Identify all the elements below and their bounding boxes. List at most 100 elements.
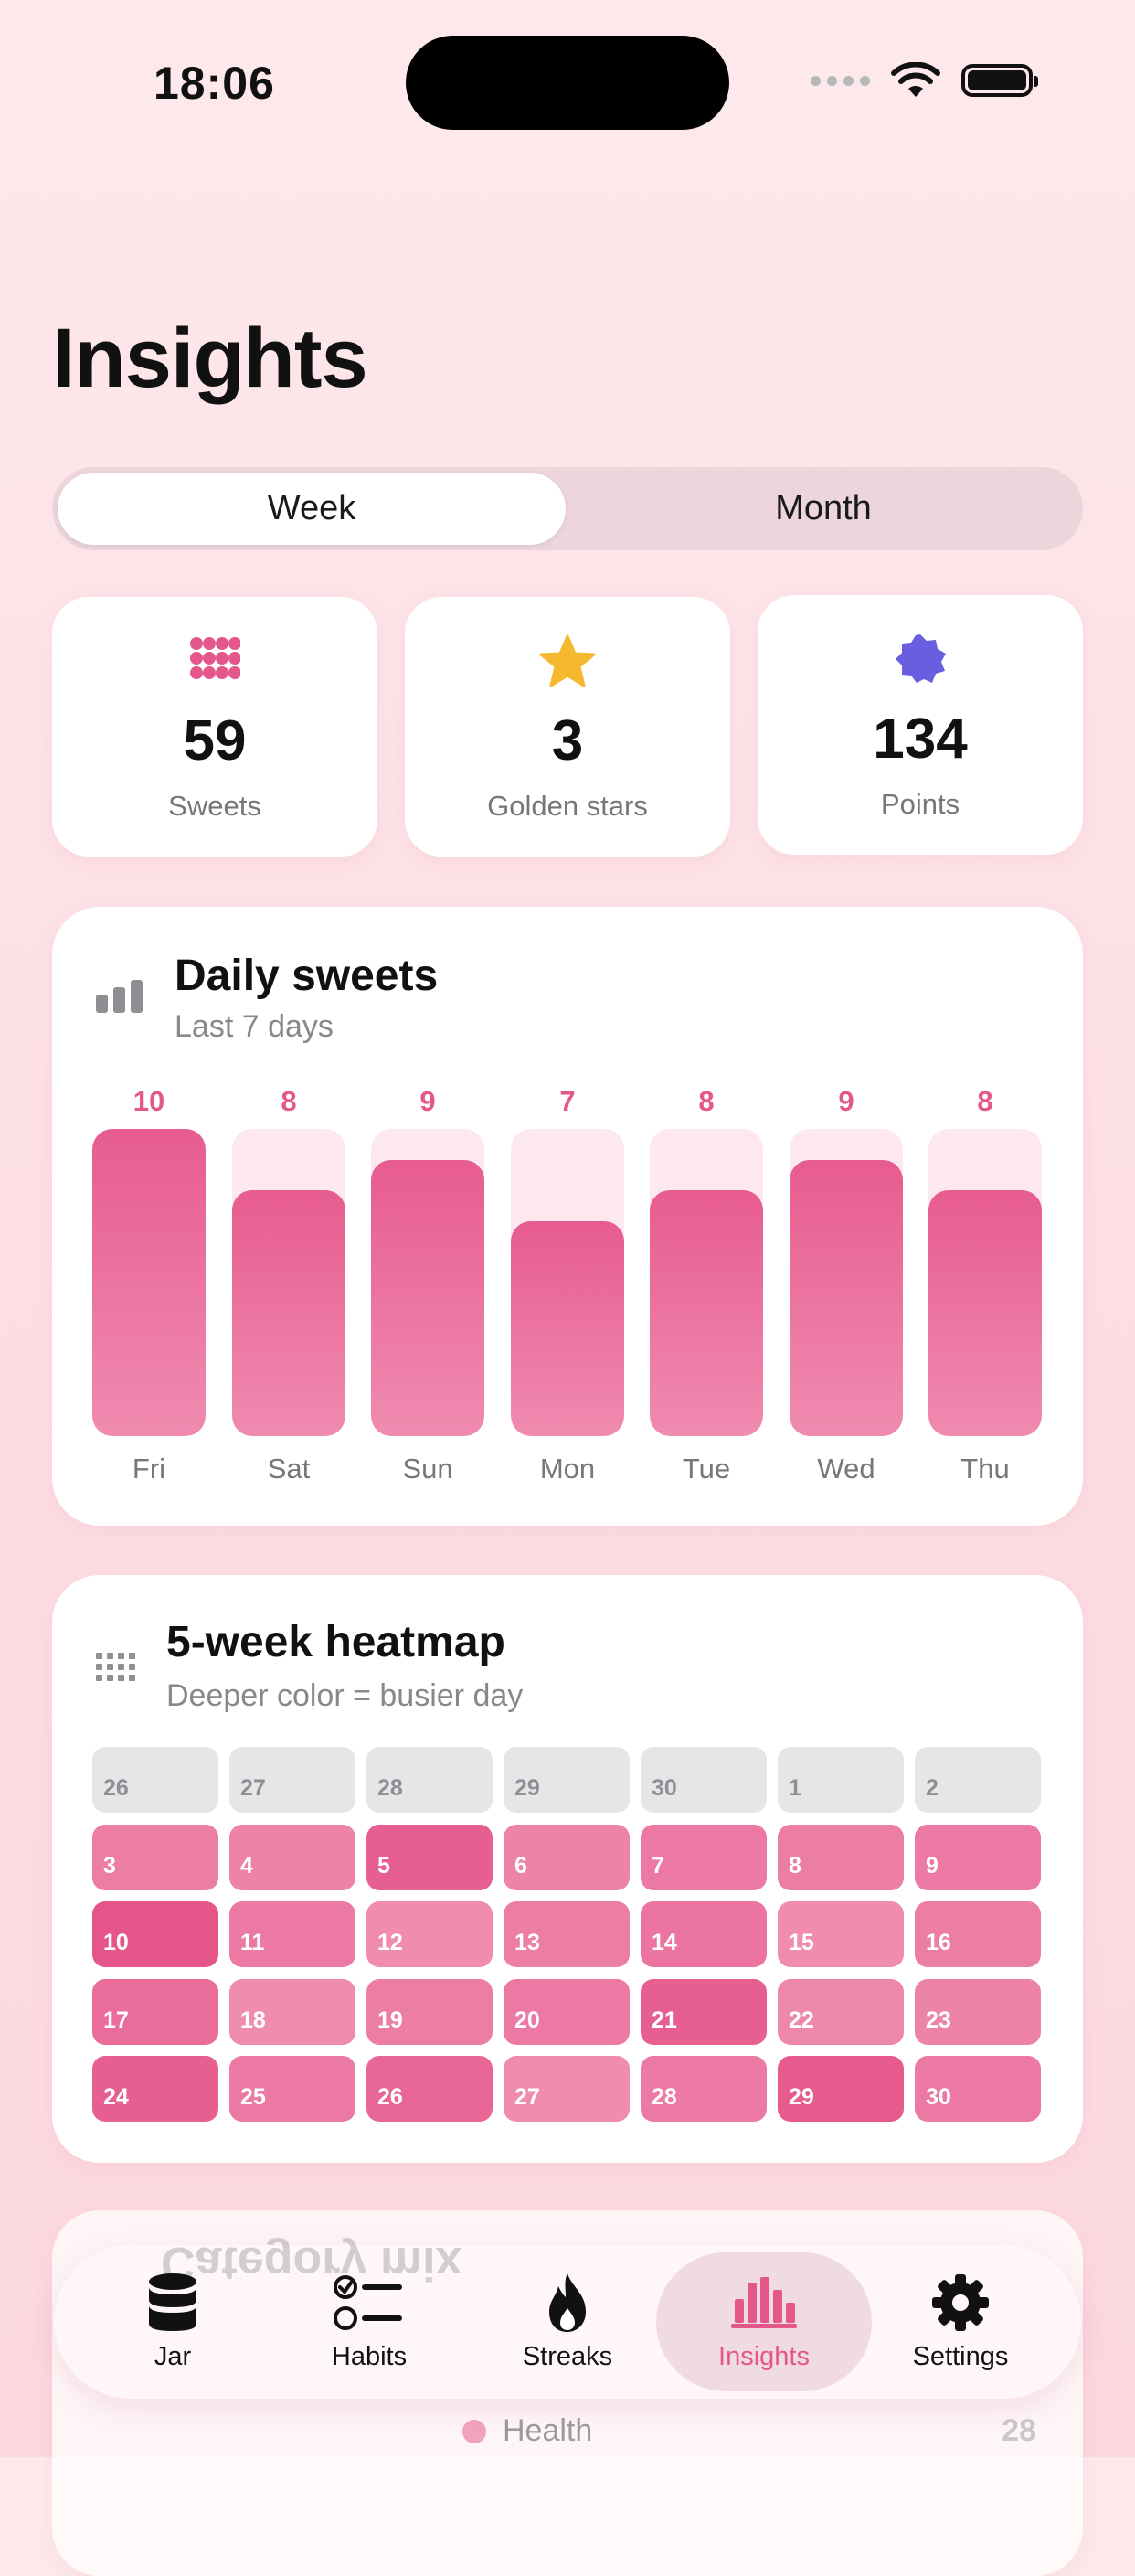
flame-icon — [544, 2271, 591, 2335]
heatmap-cell[interactable]: 5 — [366, 1825, 493, 1890]
cellular-signal-icon — [811, 75, 870, 86]
dynamic-island — [406, 36, 729, 130]
bar[interactable] — [511, 1220, 624, 1436]
heatmap-cell[interactable]: 23 — [915, 1979, 1041, 2045]
gear-icon — [930, 2271, 991, 2335]
segment-month[interactable]: Month — [569, 473, 1077, 545]
bar-track — [650, 1129, 763, 1436]
tab-label: Habits — [331, 2342, 408, 2371]
tab-label: Jar — [154, 2342, 192, 2371]
bar-day-label: Fri — [132, 1453, 166, 1485]
stat-card-sweets: 59 Sweets — [52, 597, 377, 857]
segment-week[interactable]: Week — [58, 473, 566, 545]
stat-value: 3 — [551, 709, 584, 772]
period-segmented-control: Week Month — [52, 467, 1083, 550]
heatmap-cell[interactable]: 11 — [229, 1901, 355, 1967]
heatmap-cell[interactable]: 6 — [504, 1825, 630, 1890]
bar-day-label: Thu — [960, 1453, 1010, 1485]
heatmap-cell[interactable]: 15 — [778, 1901, 904, 1967]
heatmap-cell[interactable]: 30 — [915, 2056, 1041, 2122]
heatmap-cell[interactable]: 8 — [778, 1825, 904, 1890]
bar-value-label: 9 — [838, 1085, 854, 1117]
stat-value: 59 — [183, 709, 247, 772]
bar[interactable] — [232, 1190, 345, 1436]
heatmap-cell[interactable]: 12 — [366, 1901, 493, 1967]
tab-settings[interactable]: Settings — [865, 2252, 1056, 2391]
bar[interactable] — [92, 1129, 206, 1436]
heatmap-cell[interactable]: 10 — [92, 1901, 218, 1967]
stat-value: 134 — [873, 708, 968, 771]
heatmap-cell[interactable]: 19 — [366, 1979, 493, 2045]
heatmap-cell[interactable]: 1 — [778, 1747, 904, 1813]
heatmap-cell[interactable]: 13 — [504, 1901, 630, 1967]
legend-dot — [462, 2419, 486, 2443]
heatmap-cell[interactable]: 14 — [641, 1901, 767, 1967]
heatmap-cell[interactable]: 26 — [366, 2056, 493, 2122]
heatmap-cell[interactable]: 27 — [229, 1747, 355, 1813]
heatmap-cell[interactable]: 28 — [641, 2056, 767, 2122]
tab-label: Settings — [912, 2342, 1009, 2371]
daily-sweets-card: Daily sweets Last 7 days 10 Fri 8 Sat 9 Sun 7 M… — [52, 907, 1083, 1526]
bar-track — [92, 1129, 206, 1436]
heatmap-cell[interactable]: 16 — [915, 1901, 1041, 1967]
heatmap-cell[interactable]: 30 — [641, 1747, 767, 1813]
heatmap-cell[interactable]: 26 — [92, 1747, 218, 1813]
badge-icon — [893, 633, 948, 687]
bar-value-label: 10 — [133, 1085, 165, 1117]
heatmap-cell[interactable]: 3 — [92, 1825, 218, 1890]
tab-label: Streaks — [522, 2342, 613, 2371]
bar[interactable] — [928, 1190, 1042, 1436]
stat-label: Golden stars — [487, 790, 648, 822]
page-title: Insights — [52, 312, 368, 405]
bar-day-label: Sun — [402, 1453, 453, 1485]
heatmap-cell[interactable]: 21 — [641, 1979, 767, 2045]
bar-value-label: 9 — [419, 1085, 436, 1117]
bar-track — [371, 1129, 484, 1436]
bar-day-label: Mon — [539, 1453, 596, 1485]
heatmap-cell[interactable]: 29 — [504, 1747, 630, 1813]
heatmap-cell[interactable]: 24 — [92, 2056, 218, 2122]
bar-day-label: Sat — [267, 1453, 311, 1485]
tab-insights[interactable]: Insights — [656, 2252, 872, 2391]
bar[interactable] — [790, 1159, 903, 1436]
jar-icon — [147, 2271, 198, 2335]
tab-habits[interactable]: Habits — [273, 2252, 465, 2391]
tab-streaks[interactable]: Streaks — [472, 2252, 663, 2391]
bar[interactable] — [371, 1159, 484, 1436]
card-subtitle: Last 7 days — [175, 1009, 334, 1044]
star-icon — [539, 634, 596, 688]
bar-day-label: Wed — [817, 1453, 875, 1485]
card-subtitle: Deeper color = busier day — [166, 1678, 524, 1713]
heatmap-cell[interactable]: 22 — [778, 1979, 904, 2045]
heatmap-cell[interactable]: 4 — [229, 1825, 355, 1890]
wifi-icon — [891, 62, 940, 97]
card-title: 5-week heatmap — [166, 1618, 505, 1666]
bar[interactable] — [650, 1190, 763, 1436]
heatmap-cell[interactable]: 7 — [641, 1825, 767, 1890]
bar-track — [928, 1129, 1042, 1436]
tab-jar[interactable]: Jar — [77, 2252, 269, 2391]
heatmap-cell[interactable]: 25 — [229, 2056, 355, 2122]
status-indicators — [811, 62, 1038, 99]
card-title: Daily sweets — [175, 952, 439, 1000]
heatmap-cell[interactable]: 17 — [92, 1979, 218, 2045]
heatmap-cell[interactable]: 18 — [229, 1979, 355, 2045]
bar-track — [232, 1129, 345, 1436]
heatmap-cell[interactable]: 27 — [504, 2056, 630, 2122]
heatmap-cell[interactable]: 9 — [915, 1825, 1041, 1890]
heatmap-cell[interactable]: 29 — [778, 2056, 904, 2122]
heatmap-cell[interactable]: 20 — [504, 1979, 630, 2045]
bar-track — [511, 1129, 624, 1436]
stat-card-points: 134 Points — [758, 595, 1083, 855]
stat-label: Sweets — [168, 790, 261, 822]
tab-label: Insights — [718, 2342, 810, 2371]
legend-count: 28 — [1002, 2413, 1036, 2448]
bar-chart-icon — [96, 980, 143, 1017]
legend-item: Health — [462, 2413, 592, 2449]
legend-label: Health — [503, 2413, 593, 2448]
bar-value-label: 8 — [281, 1085, 297, 1117]
heatmap-cell[interactable]: 28 — [366, 1747, 493, 1813]
grid-icon — [96, 1653, 136, 1687]
heatmap-cell[interactable]: 2 — [915, 1747, 1041, 1813]
bar-track — [790, 1129, 903, 1436]
